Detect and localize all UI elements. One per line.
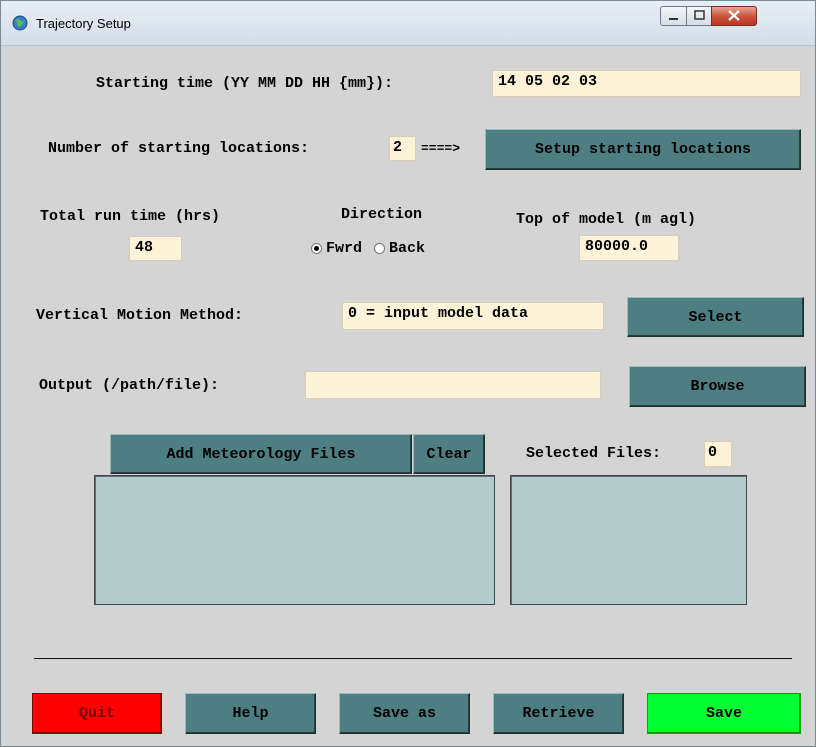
close-button[interactable] <box>711 6 757 26</box>
maximize-button[interactable] <box>686 6 712 26</box>
minimize-icon <box>669 18 678 20</box>
close-icon <box>728 10 740 21</box>
add-meteorology-files-button[interactable]: Add Meteorology Files <box>110 434 412 474</box>
select-vertical-motion-button[interactable]: Select <box>627 297 804 337</box>
quit-button[interactable]: Quit <box>32 693 162 734</box>
starting-locations-count[interactable]: 2 <box>389 136 416 161</box>
setup-starting-locations-button[interactable]: Setup starting locations <box>485 129 801 170</box>
selected-files-count: 0 <box>704 441 732 467</box>
browse-button[interactable]: Browse <box>629 366 806 407</box>
starting-locations-label: Number of starting locations: <box>48 140 310 157</box>
save-button[interactable]: Save <box>647 693 801 734</box>
top-of-model-label: Top of model (m agl) <box>516 211 697 228</box>
save-as-button[interactable]: Save as <box>339 693 470 734</box>
output-label: Output (/path/file): <box>39 377 220 394</box>
run-time-label: Total run time (hrs) <box>40 208 221 225</box>
direction-fwrd-radio[interactable] <box>311 243 322 254</box>
clear-button[interactable]: Clear <box>413 434 485 474</box>
retrieve-button[interactable]: Retrieve <box>493 693 624 734</box>
help-button[interactable]: Help <box>185 693 316 734</box>
direction-back-label: Back <box>389 240 426 257</box>
direction-label: Direction <box>341 206 423 223</box>
vertical-motion-field[interactable]: 0 = input model data <box>342 302 604 330</box>
run-time-field[interactable]: 48 <box>129 236 182 261</box>
meteorology-files-list[interactable] <box>94 475 495 605</box>
window-title: Trajectory Setup <box>36 16 131 31</box>
footer-divider <box>34 658 792 659</box>
locations-arrow: ====> <box>421 141 461 156</box>
starting-time-label: Starting time (YY MM DD HH {mm}): <box>96 75 394 92</box>
vertical-motion-label: Vertical Motion Method: <box>36 307 244 324</box>
selected-files-list[interactable] <box>510 475 747 605</box>
minimize-button[interactable] <box>660 6 687 26</box>
maximize-icon <box>694 10 705 20</box>
selected-files-label: Selected Files: <box>526 445 662 462</box>
top-of-model-field[interactable]: 80000.0 <box>579 235 679 261</box>
globe-icon <box>12 15 28 31</box>
direction-fwrd-label: Fwrd <box>326 240 363 257</box>
direction-back-radio[interactable] <box>374 243 385 254</box>
starting-time-field[interactable]: 14 05 02 03 <box>492 70 801 97</box>
output-path-field[interactable] <box>305 371 601 399</box>
title-bar[interactable]: Trajectory Setup <box>1 1 815 46</box>
trajectory-setup-window: Trajectory Setup Starting time (YY MM DD… <box>0 0 816 747</box>
